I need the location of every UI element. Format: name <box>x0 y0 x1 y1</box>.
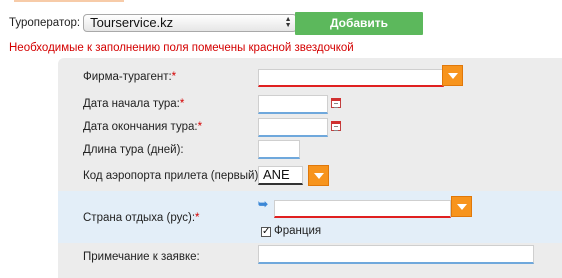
operator-selected-value: Tourservice.kz <box>90 15 174 30</box>
right-arrow-icon: ➥ <box>258 197 269 211</box>
note-input[interactable] <box>258 245 534 264</box>
airport-code-label: Код аэропорта прилета (первый):* <box>83 170 266 182</box>
airport-code-dropdown-button[interactable] <box>308 165 329 186</box>
required-fields-note: Необходимые к заполнению поля помечены к… <box>9 42 354 54</box>
operator-label: Туроператор: <box>9 17 81 29</box>
add-button[interactable]: Добавить <box>295 12 423 35</box>
country-select[interactable] <box>274 200 451 218</box>
tour-end-calendar-icon[interactable] <box>331 121 341 131</box>
note-label: Примечание к заявке: <box>83 251 200 263</box>
tour-start-calendar-icon[interactable] <box>331 98 341 108</box>
country-dropdown-button[interactable] <box>451 196 472 217</box>
top-cut-off-header <box>0 0 562 6</box>
tour-start-input[interactable] <box>258 95 328 114</box>
booking-form: Фирма-турагент:* Дата начала тура:* Дата… <box>58 58 562 278</box>
up-down-arrows-icon: ▲ ▼ <box>284 16 292 29</box>
country-checkbox[interactable]: ✓ <box>261 227 271 237</box>
tour-length-input[interactable] <box>258 140 300 159</box>
tour-end-input[interactable] <box>258 118 328 137</box>
airport-code-input[interactable]: ANE <box>258 166 303 185</box>
agent-firm-label: Фирма-турагент:* <box>83 71 177 83</box>
agent-firm-select[interactable] <box>258 69 444 87</box>
operator-select[interactable]: Tourservice.kz ▲ ▼ <box>83 14 298 32</box>
tour-length-label: Длина тура (дней): <box>83 144 184 156</box>
country-checkbox-label: Франция <box>274 225 322 237</box>
tour-start-label: Дата начала тура:* <box>83 98 185 110</box>
tour-end-label: Дата окончания тура:* <box>83 121 203 133</box>
operator-row: Туроператор: Tourservice.kz ▲ ▼ <box>9 13 298 33</box>
header-underline <box>14 0 124 2</box>
agent-firm-dropdown-button[interactable] <box>442 65 463 86</box>
country-label: Страна отдыха (рус):* <box>83 212 200 224</box>
